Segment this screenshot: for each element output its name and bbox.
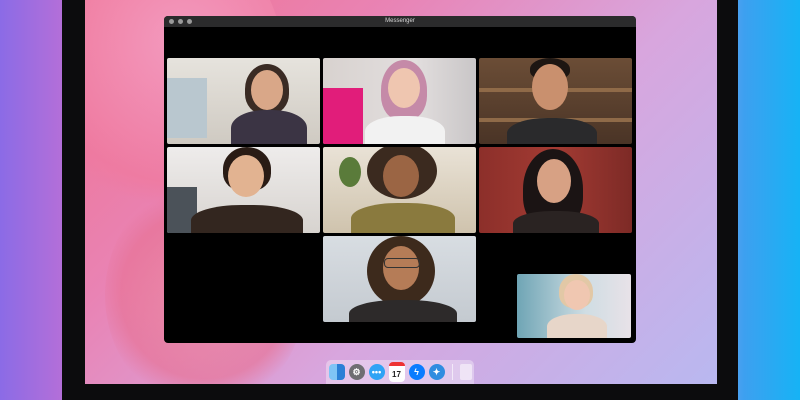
messages-icon[interactable]: ••• <box>368 364 385 380</box>
calendar-icon[interactable]: 17 <box>388 362 405 382</box>
calendar-date: 17 <box>392 369 401 379</box>
participant-video-tile[interactable] <box>479 147 632 233</box>
participant-video-tile[interactable] <box>167 58 320 144</box>
system-preferences-icon[interactable]: ⚙ <box>348 364 365 380</box>
dock: ⚙ ••• 17 ϟ ✦ <box>326 360 474 384</box>
safari-icon[interactable]: ✦ <box>428 364 445 380</box>
participant-video-tile[interactable] <box>323 58 476 144</box>
dock-separator <box>451 364 453 380</box>
messenger-window: Messenger <box>164 16 636 343</box>
self-view-tile[interactable] <box>517 274 631 338</box>
participant-video-tile[interactable] <box>323 236 476 322</box>
window-title: Messenger <box>385 18 415 24</box>
finder-icon[interactable] <box>328 364 345 380</box>
participant-video-tile[interactable] <box>323 147 476 233</box>
messenger-icon[interactable]: ϟ <box>408 364 425 380</box>
participant-video-tile[interactable] <box>167 147 320 233</box>
trash-icon[interactable] <box>459 364 472 380</box>
participant-video-tile[interactable] <box>479 58 632 144</box>
title-bar[interactable]: Messenger <box>164 16 636 27</box>
